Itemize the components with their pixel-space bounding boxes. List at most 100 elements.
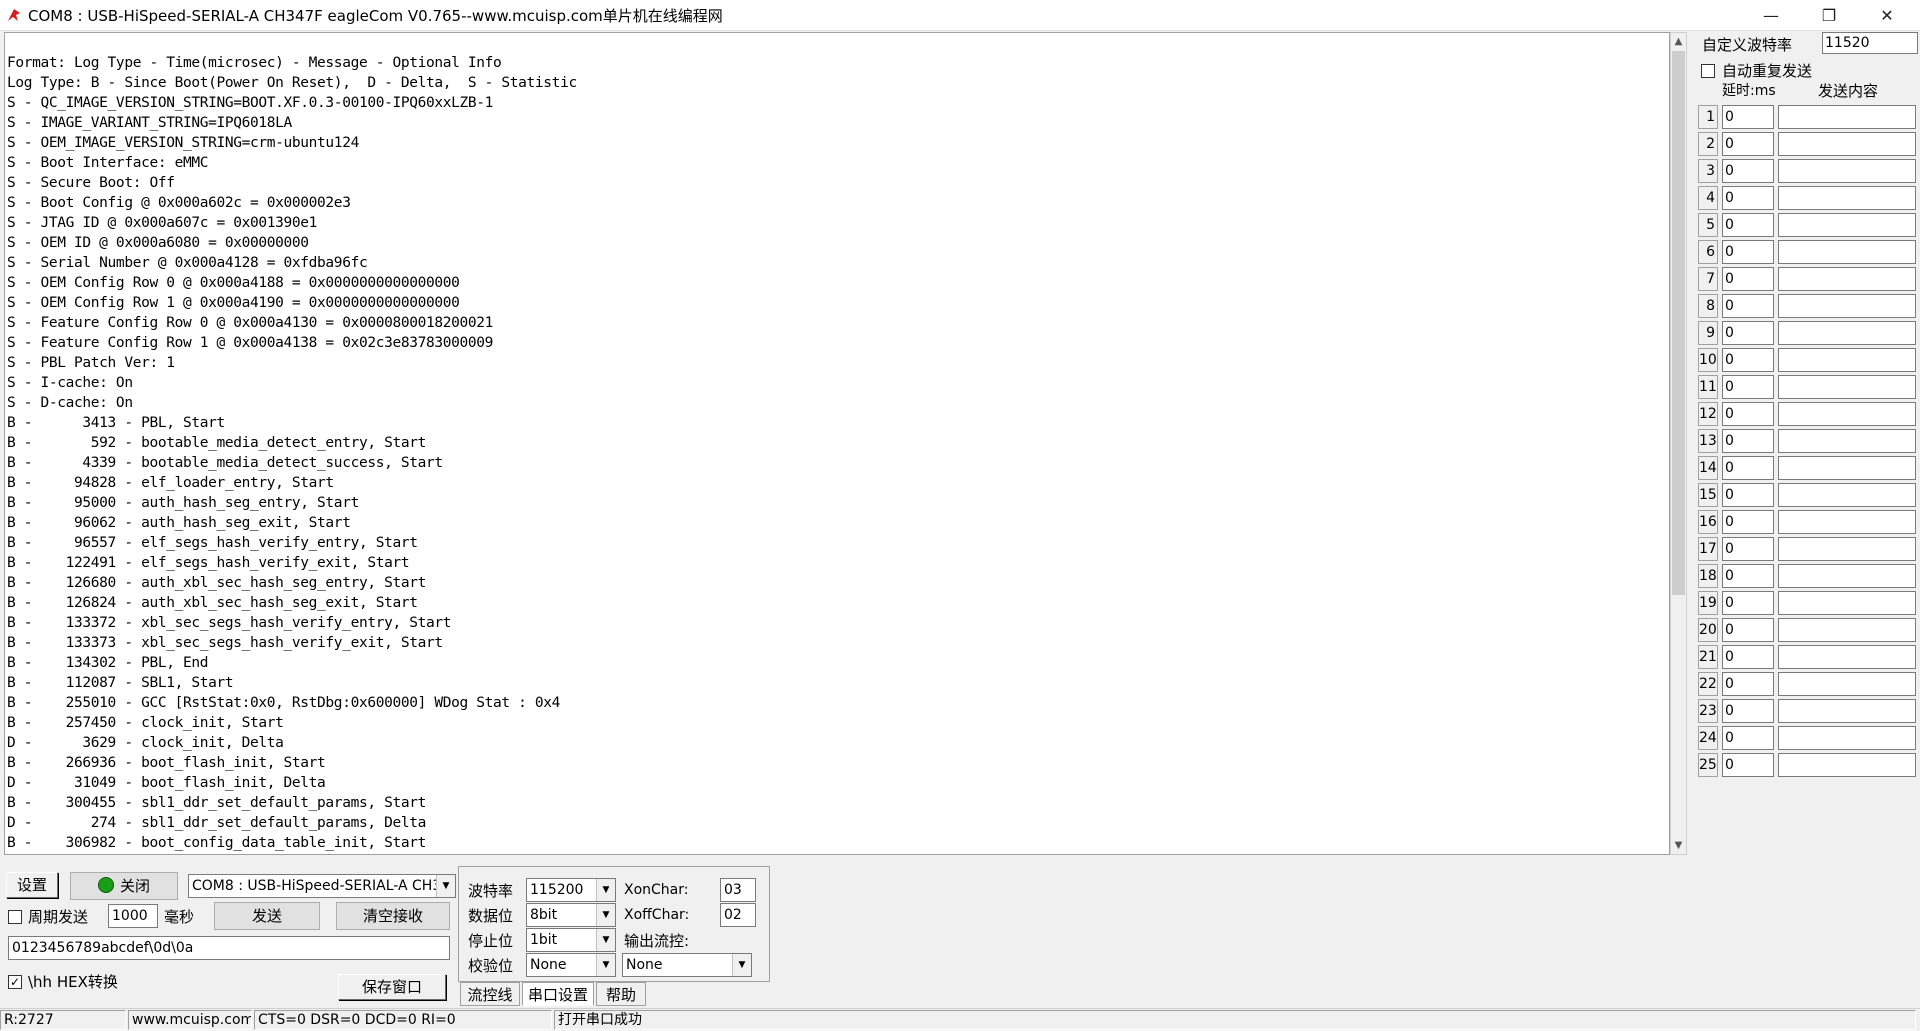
row-number[interactable]: 1 [1698,105,1718,129]
row-number[interactable]: 24 [1698,726,1718,750]
row-number[interactable]: 5 [1698,213,1718,237]
row-number[interactable]: 3 [1698,159,1718,183]
row-delay-input[interactable]: 0 [1722,267,1774,291]
row-content-input[interactable] [1778,483,1916,507]
row-delay-input[interactable]: 0 [1722,348,1774,372]
row-number[interactable]: 6 [1698,240,1718,264]
row-content-input[interactable] [1778,105,1916,129]
save-window-button[interactable]: 保存窗口 [338,974,446,1000]
row-number[interactable]: 12 [1698,402,1718,426]
row-delay-input[interactable]: 0 [1722,537,1774,561]
title-bar[interactable]: COM8 : USB-HiSpeed-SERIAL-A CH347F eagle… [0,0,1920,31]
xoff-input[interactable]: 02 [720,903,756,927]
receive-log-area[interactable]: Format: Log Type - Time(microsec) - Mess… [4,32,1670,855]
row-content-input[interactable] [1778,591,1916,615]
row-content-input[interactable] [1778,510,1916,534]
row-delay-input[interactable]: 0 [1722,105,1774,129]
row-delay-input[interactable]: 0 [1722,294,1774,318]
row-number[interactable]: 23 [1698,699,1718,723]
row-content-input[interactable] [1778,699,1916,723]
row-number[interactable]: 25 [1698,753,1718,777]
row-delay-input[interactable]: 0 [1722,564,1774,588]
row-delay-input[interactable]: 0 [1722,483,1774,507]
stopbits-select[interactable]: 1bit ▼ [526,928,616,952]
hex-convert-checkbox[interactable]: ✓ [8,975,22,989]
tab-help[interactable]: 帮助 [596,982,646,1006]
row-content-input[interactable] [1778,132,1916,156]
row-content-input[interactable] [1778,537,1916,561]
row-number[interactable]: 8 [1698,294,1718,318]
row-delay-input[interactable]: 0 [1722,645,1774,669]
flow-control-select[interactable]: None ▼ [622,953,752,977]
row-content-input[interactable] [1778,321,1916,345]
send-button[interactable]: 发送 [214,902,320,930]
chevron-down-icon[interactable]: ▼ [596,904,615,926]
row-delay-input[interactable]: 0 [1722,402,1774,426]
row-content-input[interactable] [1778,618,1916,642]
chevron-down-icon[interactable]: ▼ [732,954,751,976]
row-delay-input[interactable]: 0 [1722,699,1774,723]
row-delay-input[interactable]: 0 [1722,186,1774,210]
row-content-input[interactable] [1778,645,1916,669]
close-icon[interactable]: ✕ [1864,0,1910,30]
row-content-input[interactable] [1778,564,1916,588]
row-number[interactable]: 14 [1698,456,1718,480]
databits-select[interactable]: 8bit ▼ [526,903,616,927]
row-delay-input[interactable]: 0 [1722,456,1774,480]
row-content-input[interactable] [1778,726,1916,750]
port-select[interactable]: COM8 : USB-HiSpeed-SERIAL-A CH347 ▼ [188,874,456,898]
chevron-down-icon[interactable]: ▼ [596,954,615,976]
row-content-input[interactable] [1778,267,1916,291]
row-delay-input[interactable]: 0 [1722,132,1774,156]
row-content-input[interactable] [1778,456,1916,480]
row-delay-input[interactable]: 0 [1722,726,1774,750]
row-number[interactable]: 4 [1698,186,1718,210]
row-number[interactable]: 20 [1698,618,1718,642]
row-content-input[interactable] [1778,186,1916,210]
scrollbar-thumb[interactable] [1672,51,1685,595]
row-number[interactable]: 22 [1698,672,1718,696]
close-port-button[interactable]: 关闭 [70,872,178,900]
period-input[interactable]: 1000 [108,904,158,928]
chevron-down-icon[interactable]: ▼ [436,875,455,897]
row-number[interactable]: 16 [1698,510,1718,534]
parity-select[interactable]: None ▼ [526,953,616,977]
website-link[interactable]: www.mcuisp.com [128,1010,252,1030]
tab-serial-settings[interactable]: 串口设置 [522,982,594,1006]
row-delay-input[interactable]: 0 [1722,159,1774,183]
custom-baud-input[interactable]: 11520 [1822,32,1918,54]
scroll-down-icon[interactable]: ▼ [1671,837,1686,854]
row-content-input[interactable] [1778,753,1916,777]
row-number[interactable]: 10 [1698,348,1718,372]
send-text-input[interactable]: 0123456789abcdef\0d\0a [8,936,450,960]
row-number[interactable]: 17 [1698,537,1718,561]
restore-icon[interactable]: ❐ [1806,0,1852,30]
minimize-icon[interactable]: — [1748,0,1794,30]
chevron-down-icon[interactable]: ▼ [596,929,615,951]
row-number[interactable]: 15 [1698,483,1718,507]
row-number[interactable]: 13 [1698,429,1718,453]
row-number[interactable]: 18 [1698,564,1718,588]
settings-button[interactable]: 设置 [6,872,58,898]
row-content-input[interactable] [1778,402,1916,426]
row-number[interactable]: 2 [1698,132,1718,156]
periodic-send-checkbox[interactable] [8,910,22,924]
row-delay-input[interactable]: 0 [1722,672,1774,696]
row-content-input[interactable] [1778,375,1916,399]
log-scrollbar[interactable]: ▲ ▼ [1670,32,1687,855]
row-delay-input[interactable]: 0 [1722,375,1774,399]
row-delay-input[interactable]: 0 [1722,618,1774,642]
row-delay-input[interactable]: 0 [1722,510,1774,534]
row-number[interactable]: 19 [1698,591,1718,615]
row-content-input[interactable] [1778,240,1916,264]
chevron-down-icon[interactable]: ▼ [596,879,615,901]
row-content-input[interactable] [1778,294,1916,318]
scroll-up-icon[interactable]: ▲ [1671,33,1686,50]
auto-repeat-checkbox[interactable] [1701,64,1715,78]
tab-flow-lines[interactable]: 流控线 [460,982,520,1006]
row-delay-input[interactable]: 0 [1722,591,1774,615]
row-delay-input[interactable]: 0 [1722,753,1774,777]
row-delay-input[interactable]: 0 [1722,429,1774,453]
row-content-input[interactable] [1778,429,1916,453]
row-content-input[interactable] [1778,672,1916,696]
